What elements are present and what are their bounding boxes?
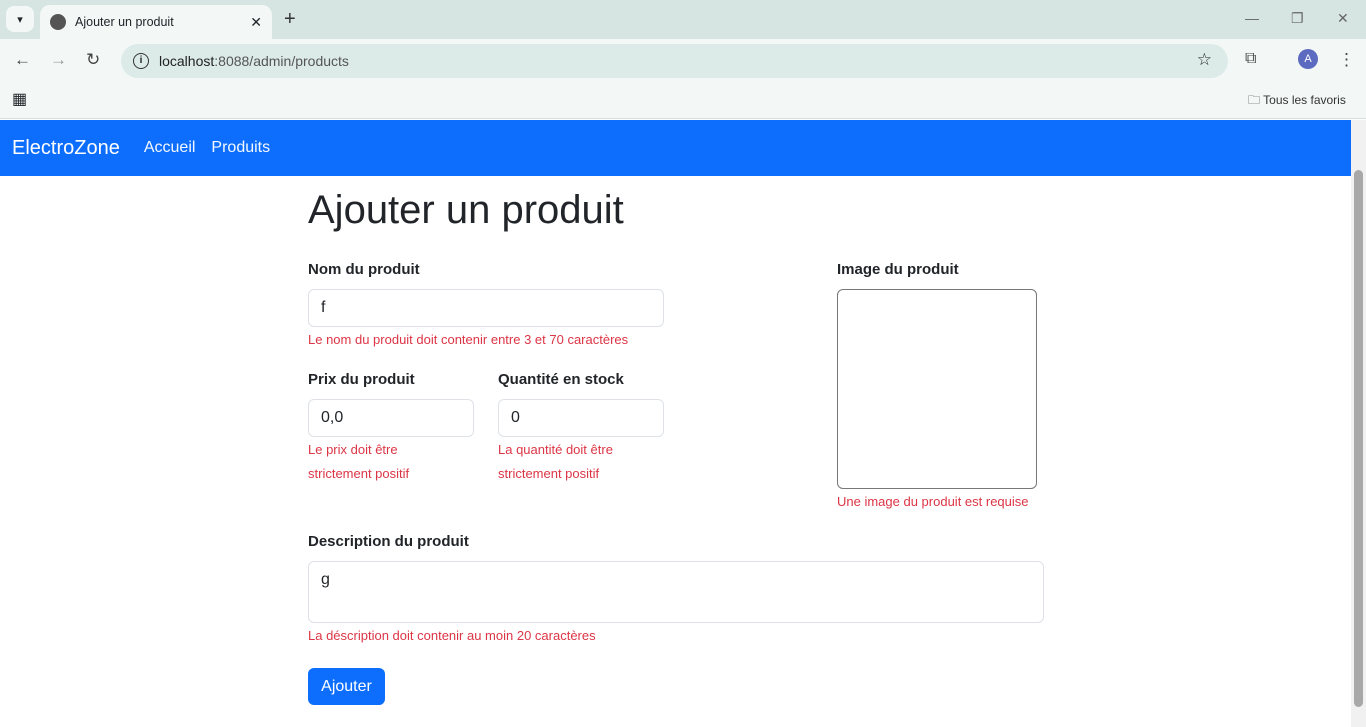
tab-title: Ajouter un produit xyxy=(75,15,174,29)
apps-grid-icon[interactable]: ▦ xyxy=(12,89,27,109)
scrollbar[interactable] xyxy=(1351,120,1366,727)
tab-search-button[interactable]: ▾ xyxy=(6,6,34,32)
address-bar[interactable]: i localhost:8088/admin/products ☆ xyxy=(121,44,1228,78)
new-tab-button[interactable]: + xyxy=(284,8,296,31)
bookmarks-bar: ▦ 🗀 Tous les favoris xyxy=(0,81,1366,119)
name-label: Nom du produit xyxy=(308,261,420,278)
brand[interactable]: ElectroZone xyxy=(12,137,120,160)
avatar[interactable]: A xyxy=(1298,49,1318,69)
submit-button[interactable]: Ajouter xyxy=(308,668,385,705)
browser-toolbar: ← → ↻ i localhost:8088/admin/products ☆ … xyxy=(0,39,1366,81)
price-input[interactable]: 0,0 xyxy=(308,399,474,437)
name-error: Le nom du produit doit contenir entre 3 … xyxy=(308,332,629,347)
back-button[interactable]: ← xyxy=(14,50,31,70)
tab-bar: ▾ Ajouter un produit ✕ + — ❐ ✕ xyxy=(0,0,1366,39)
image-error: Une image du produit est requise xyxy=(837,494,1029,509)
desc-label: Description du produit xyxy=(308,533,469,550)
scrollbar-thumb[interactable] xyxy=(1354,170,1363,707)
nav-produits[interactable]: Produits xyxy=(211,139,270,157)
forward-button[interactable]: → xyxy=(50,50,67,70)
desc-textarea[interactable]: g xyxy=(308,561,1044,623)
url-path: :8088/admin/products xyxy=(214,53,349,69)
price-error: Le prix doit être strictement positif xyxy=(308,442,410,481)
nav-accueil[interactable]: Accueil xyxy=(144,139,196,157)
name-input[interactable]: f xyxy=(308,289,664,327)
minimize-button[interactable]: — xyxy=(1245,10,1259,26)
image-label: Image du produit xyxy=(837,261,959,278)
close-tab-icon[interactable]: ✕ xyxy=(250,14,262,31)
qty-error: La quantité doit être strictement positi… xyxy=(498,442,613,481)
globe-icon xyxy=(50,14,66,30)
image-upload[interactable] xyxy=(837,289,1037,489)
page-title: Ajouter un produit xyxy=(308,188,624,232)
app-navbar: ElectroZone Accueil Produits xyxy=(0,120,1351,176)
restore-button[interactable]: ❐ xyxy=(1291,10,1304,27)
qty-input[interactable]: 0 xyxy=(498,399,664,437)
extensions-icon[interactable]: ⧉ xyxy=(1245,50,1256,68)
price-label: Prix du produit xyxy=(308,371,415,388)
desc-error: La déscription doit contenir au moin 20 … xyxy=(308,628,596,643)
folder-icon: 🗀 xyxy=(1248,93,1261,107)
bookmark-star-icon[interactable]: ☆ xyxy=(1197,50,1212,70)
browser-tab[interactable]: Ajouter un produit ✕ xyxy=(40,5,272,39)
site-info-icon[interactable]: i xyxy=(133,53,149,69)
qty-label: Quantité en stock xyxy=(498,371,624,388)
bookmarks-label: Tous les favoris xyxy=(1263,93,1346,107)
all-bookmarks[interactable]: 🗀 Tous les favoris xyxy=(1248,91,1346,112)
reload-button[interactable]: ↻ xyxy=(86,50,100,70)
menu-icon[interactable]: ⋮ xyxy=(1338,50,1355,70)
url-host: localhost xyxy=(159,53,215,69)
close-window-button[interactable]: ✕ xyxy=(1337,10,1349,27)
